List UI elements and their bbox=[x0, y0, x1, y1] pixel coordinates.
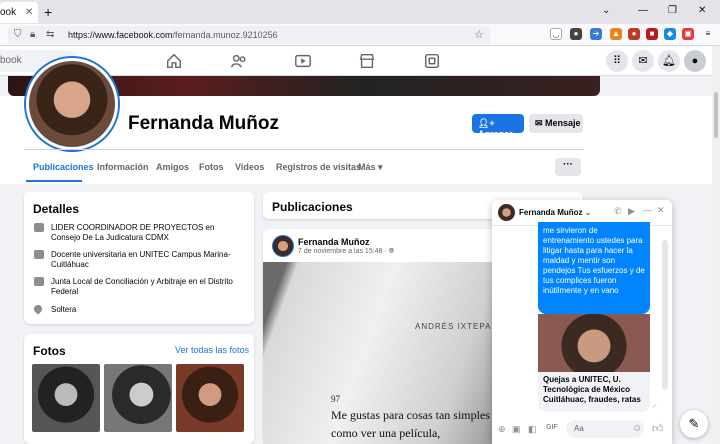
emoji-icon[interactable]: ☺ bbox=[632, 423, 642, 434]
briefcase-icon bbox=[34, 223, 44, 232]
gif-icon[interactable]: GIF bbox=[546, 424, 558, 431]
briefcase-icon bbox=[34, 277, 44, 286]
scrollbar-thumb[interactable] bbox=[714, 92, 718, 138]
book-text-line: Me gustas para cosas tan simples bbox=[331, 408, 490, 422]
more-options-button[interactable]: ··· bbox=[555, 158, 581, 176]
chat-scrollbar[interactable] bbox=[662, 240, 668, 390]
watch-icon[interactable] bbox=[294, 52, 312, 70]
close-chat-icon[interactable]: ✕ bbox=[657, 205, 665, 216]
photos-card: Fotos Ver todas las fotos bbox=[24, 334, 254, 444]
chat-avatar[interactable] bbox=[498, 204, 515, 221]
post-author-name[interactable]: Fernanda Muñoz bbox=[298, 237, 370, 247]
detail-work-item: Junta Local de Conciliación y Arbitraje … bbox=[34, 277, 244, 297]
chat-message-bubble: me sirvieron de entrenamiento ustedes pa… bbox=[538, 222, 650, 314]
menu-icon[interactable]: ≡ bbox=[702, 28, 714, 40]
account-icon[interactable]: ● bbox=[570, 28, 582, 40]
pocket-icon[interactable]: ◡ bbox=[550, 28, 562, 40]
extension-icon[interactable]: ▣ bbox=[682, 28, 694, 40]
add-icon[interactable]: ⊕ bbox=[498, 424, 506, 435]
post-author-avatar[interactable] bbox=[272, 235, 294, 257]
tab-about[interactable]: Información bbox=[97, 162, 149, 172]
chat-shared-image[interactable] bbox=[538, 314, 650, 372]
account-avatar[interactable]: ● bbox=[684, 50, 706, 72]
close-window-icon[interactable]: ✕ bbox=[698, 5, 706, 16]
posts-title: Publicaciones bbox=[272, 200, 353, 214]
minimize-chat-icon[interactable]: — bbox=[643, 205, 652, 215]
detail-work-item: LIDER COORDINADOR DE PROYECTOS en Consej… bbox=[34, 223, 244, 243]
browser-nav-bar: ⛉ 🔒︎ ⇆ https://www.facebook.com/fernanda… bbox=[0, 24, 720, 46]
details-title: Detalles bbox=[33, 202, 80, 216]
facebook-top-bar: book ⠿ ✉ 🔔︎ ● bbox=[0, 46, 712, 76]
tab-posts[interactable]: Publicaciones bbox=[33, 162, 94, 172]
extension-arrow-icon[interactable]: ➔ bbox=[590, 28, 602, 40]
menu-grid-icon[interactable]: ⠿ bbox=[606, 50, 628, 72]
chevron-down-icon: ⌄ bbox=[584, 208, 592, 217]
photo-thumbnail[interactable] bbox=[176, 364, 244, 432]
detail-education-item: Docente universitaria en UNITEC Campus M… bbox=[34, 250, 244, 270]
chat-contact-name[interactable]: Fernanda Muñoz ⌄ bbox=[519, 208, 592, 217]
video-call-icon[interactable]: ▶ bbox=[628, 206, 635, 217]
add-friend-icon: 👤︎+ bbox=[478, 118, 495, 128]
extension-icon[interactable]: ● bbox=[628, 28, 640, 40]
tab-videos[interactable]: Videos bbox=[235, 162, 264, 172]
url-text[interactable]: https://www.facebook.com/fernanda.munoz.… bbox=[68, 30, 278, 40]
extension-icon[interactable]: ▲ bbox=[610, 28, 622, 40]
profile-name: Fernanda Muñoz bbox=[128, 113, 279, 134]
browser-tab-strip: ook ✕ + ⌄ — ❐ ✕ bbox=[0, 0, 720, 24]
message-button[interactable]: ✉ Mensaje bbox=[529, 114, 583, 133]
photo-thumbnail[interactable] bbox=[104, 364, 172, 432]
photos-title: Fotos bbox=[33, 344, 66, 358]
tab-check-ins[interactable]: Registros de visitas bbox=[276, 162, 361, 172]
post-image[interactable]: ANDRÉS IXTEPAN 97 Me gustas para cosas t… bbox=[263, 262, 493, 444]
like-icon[interactable]: 👍︎ bbox=[652, 422, 664, 435]
seen-check-icon: ✓ bbox=[652, 403, 658, 410]
url-bar[interactable]: ⛉ 🔒︎ ⇆ https://www.facebook.com/fernanda… bbox=[8, 26, 490, 44]
extension-icon[interactable]: ◆ bbox=[664, 28, 676, 40]
messenger-icon[interactable]: ✉ bbox=[632, 50, 654, 72]
briefcase-icon bbox=[34, 250, 44, 259]
detail-relationship-item: Soltera bbox=[32, 303, 244, 315]
book-header-text: ANDRÉS IXTEPAN bbox=[415, 322, 493, 331]
notifications-icon[interactable]: 🔔︎ bbox=[658, 50, 680, 72]
browser-tab[interactable]: ook ✕ bbox=[0, 2, 38, 23]
active-tab-indicator bbox=[26, 180, 82, 182]
tab-more[interactable]: Más ▾ bbox=[358, 162, 383, 173]
sticker-icon[interactable]: ◧ bbox=[528, 424, 537, 435]
bookmark-star-icon[interactable]: ☆ bbox=[474, 28, 484, 41]
photo-thumbnail[interactable] bbox=[32, 364, 100, 432]
minimize-icon[interactable]: — bbox=[638, 5, 648, 16]
shield-icon[interactable]: ⛉ bbox=[14, 29, 22, 40]
chat-link-caption[interactable]: Quejas a UNITEC, U. Tecnológica de Méxic… bbox=[538, 372, 650, 412]
permissions-icon[interactable]: ⇆ bbox=[46, 29, 54, 40]
book-text-line: como ver una película, bbox=[331, 426, 441, 440]
maximize-icon[interactable]: ❐ bbox=[668, 5, 677, 16]
details-card: Detalles LIDER COORDINADOR DE PROYECTOS … bbox=[24, 192, 254, 324]
caret-down-icon: ▾ bbox=[378, 162, 383, 172]
home-icon[interactable] bbox=[165, 52, 183, 70]
browser-tab-label: ook bbox=[0, 7, 17, 18]
chat-window: Fernanda Muñoz ⌄ ✆ ▶ — ✕ me sirvieron de… bbox=[492, 200, 672, 444]
phone-icon[interactable]: ✆ bbox=[614, 206, 622, 217]
tab-friends[interactable]: Amigos bbox=[156, 162, 189, 172]
tab-list-icon[interactable]: ⌄ bbox=[602, 5, 610, 16]
book-page-number: 97 bbox=[331, 394, 340, 404]
image-icon[interactable]: ▣ bbox=[512, 424, 521, 435]
gaming-icon[interactable] bbox=[423, 52, 441, 70]
extension-icon[interactable]: ■ bbox=[646, 28, 658, 40]
see-all-photos-link[interactable]: Ver todas las fotos bbox=[175, 345, 249, 355]
marketplace-icon[interactable] bbox=[358, 52, 376, 70]
new-tab-icon[interactable]: + bbox=[44, 4, 52, 20]
close-tab-icon[interactable]: ✕ bbox=[25, 7, 33, 18]
divider bbox=[24, 149, 584, 150]
add-friend-button[interactable]: 👤︎+ Agregar bbox=[472, 114, 524, 139]
globe-icon: 🌐︎ bbox=[388, 248, 395, 255]
lock-icon[interactable]: 🔒︎ bbox=[30, 29, 35, 40]
friends-icon[interactable] bbox=[230, 52, 248, 70]
messenger-icon: ✉ bbox=[535, 118, 546, 128]
profile-picture[interactable] bbox=[26, 58, 118, 150]
heart-icon bbox=[32, 303, 44, 315]
new-message-icon[interactable]: ✎ bbox=[680, 410, 708, 438]
post-date[interactable]: 7 de noviembre a las 15:48 · 🌐︎ bbox=[298, 248, 394, 256]
tab-photos[interactable]: Fotos bbox=[199, 162, 224, 172]
